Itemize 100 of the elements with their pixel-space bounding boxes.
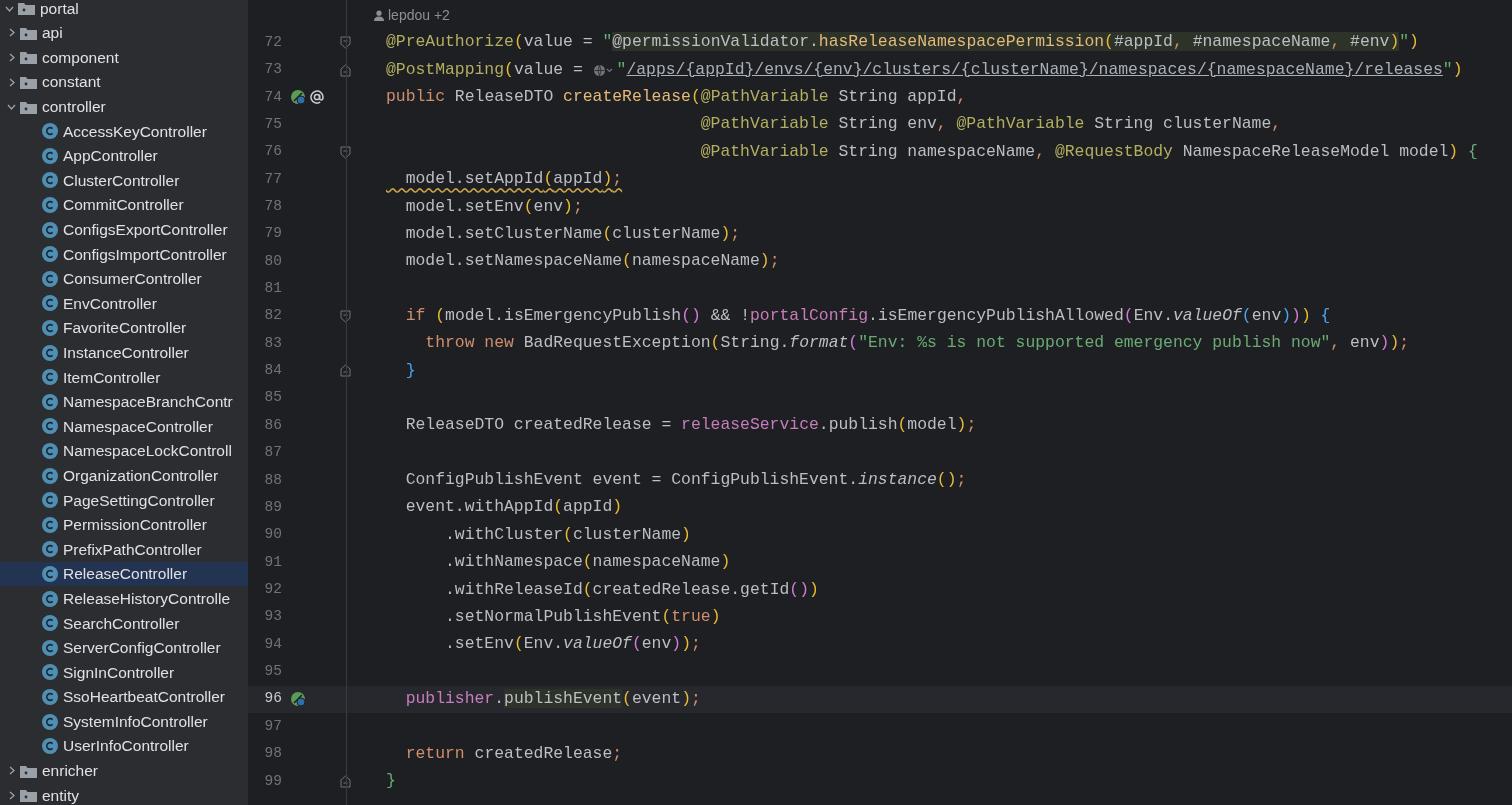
tree-item[interactable]: ClusterController [0, 168, 248, 193]
bean-icon[interactable] [290, 691, 306, 708]
line-number: 87 [263, 443, 282, 463]
tree-item[interactable]: NamespaceController [0, 414, 248, 439]
folder-icon [20, 763, 37, 778]
folder-icon [20, 99, 37, 114]
fold-icon[interactable] [339, 364, 351, 378]
class-icon [42, 295, 58, 312]
line-number: 92 [263, 580, 282, 599]
tree-item[interactable]: SsoHeartbeatController [0, 684, 248, 710]
tree-item[interactable]: ItemController [0, 364, 248, 390]
tree-item[interactable]: controller [0, 94, 248, 119]
class-icon [42, 344, 58, 361]
class-icon [42, 738, 58, 755]
line-number: 74 [263, 87, 282, 107]
chevron-down-icon[interactable] [6, 102, 16, 112]
code-line: "/apps/{appId}/envs/{env}/clusters/{clusterName}/namespaces/{namespaceName}/releases") [616, 58, 1463, 81]
folder-icon [20, 50, 37, 65]
at-sign-icon[interactable] [310, 90, 324, 105]
tree-item-label: component [42, 47, 119, 68]
fold-icon[interactable] [339, 145, 351, 159]
fold-icon[interactable] [339, 309, 351, 323]
globe-icon[interactable] [592, 63, 613, 77]
line-number: 97 [263, 716, 282, 736]
tree-item[interactable]: SystemInfoController [0, 709, 248, 734]
tree-item[interactable]: NamespaceBranchContr [0, 389, 248, 415]
fold-icon[interactable] [339, 774, 351, 788]
tree-item[interactable]: constant [0, 69, 248, 95]
tree-item[interactable]: ReleaseController [0, 561, 248, 587]
tree-item[interactable]: ConfigsImportController [0, 241, 248, 267]
code-line: model.setNamespaceName(namespaceName); [404, 250, 780, 273]
tree-item-label: ClusterController [63, 170, 180, 191]
tree-item-label: ConfigsImportController [63, 244, 227, 265]
tree-item-label: enricher [42, 761, 98, 782]
tree-item[interactable]: ServerConfigController [0, 635, 248, 661]
tree-item[interactable]: PermissionController [0, 512, 248, 538]
fold-icon[interactable] [339, 36, 351, 50]
tree-item[interactable]: AppController [0, 143, 248, 169]
tree-item[interactable]: entity [0, 783, 248, 805]
tree-item[interactable]: portal [0, 0, 248, 21]
tree-item-label: NamespaceLockControll [63, 441, 232, 462]
tree-item-label: OrganizationController [63, 465, 219, 486]
line-number: 72 [263, 32, 282, 52]
tree-item[interactable]: SearchController [0, 610, 248, 636]
class-icon [42, 541, 58, 558]
code-line: model.setClusterName(clusterName); [404, 222, 741, 245]
code-line: @PathVariable String namespaceName, @RequestBody NamespaceReleaseModel model) { [699, 140, 1478, 163]
line-number: 96 [263, 689, 282, 709]
tree-item-label: ConfigsExportController [63, 220, 228, 240]
tree-item-label: AppController [63, 146, 158, 167]
tree-item[interactable]: component [0, 45, 248, 70]
tree-item[interactable]: UserInfoController [0, 733, 248, 759]
tree-item-label: controller [42, 97, 106, 118]
tree-item[interactable]: api [0, 20, 248, 46]
tree-item-label: portal [40, 0, 79, 19]
class-icon [42, 221, 58, 238]
person-icon [374, 10, 384, 21]
tree-item[interactable]: NamespaceLockControll [0, 438, 248, 464]
tree-item[interactable]: enricher [0, 758, 248, 783]
fold-icon[interactable] [339, 63, 351, 77]
tree-item[interactable]: FavoriteController [0, 315, 248, 341]
line-number: 90 [263, 525, 282, 545]
tree-item[interactable]: EnvController [0, 291, 248, 316]
code-line: @PathVariable String env, @PathVariable String clusterName, [699, 113, 1282, 136]
code-line: if (model.isEmergencyPublish() && !portalConfig.isEmergencyPublishAllowed(Env.valueOf(env))) { [404, 304, 1331, 327]
tree-item[interactable]: PageSettingController [0, 487, 248, 513]
tree-item-label: SearchController [63, 613, 180, 634]
tree-item[interactable]: PrefixPathController [0, 537, 248, 562]
tree-item[interactable]: InstanceController [0, 340, 248, 365]
line-number: 73 [263, 60, 282, 80]
class-icon [42, 172, 58, 189]
line-number: 98 [263, 744, 282, 764]
line-number: 86 [263, 415, 282, 435]
tree-item[interactable]: OrganizationController [0, 463, 248, 488]
code-line: ConfigPublishEvent event = ConfigPublishEvent.instance(); [404, 469, 967, 492]
code-line: throw new BadRequestException(String.format("Env: %s is not supported emergency publish now", env)); [424, 332, 1410, 355]
code-line: } [404, 359, 416, 382]
code-line: return createdRelease; [404, 742, 623, 765]
tree-item[interactable]: ReleaseHistoryControlle [0, 586, 248, 611]
tree-item-label: NamespaceController [63, 416, 213, 437]
code-line: ReleaseDTO createdRelease = releaseService.publish(model); [404, 414, 977, 437]
tree-item[interactable]: CommitController [0, 192, 248, 218]
tree-item[interactable]: ConsumerController [0, 266, 248, 292]
tree-item-label: CommitController [63, 195, 184, 216]
line-number: 83 [263, 333, 282, 353]
line-number: 79 [263, 224, 282, 244]
class-icon [42, 467, 58, 484]
class-icon [42, 615, 58, 632]
tree-item-label: entity [42, 785, 80, 805]
bean-icon[interactable] [290, 89, 306, 106]
tree-item-label: api [42, 23, 63, 44]
class-icon [42, 418, 58, 435]
tree-item-label: FavoriteController [63, 318, 187, 339]
line-number: 75 [263, 114, 282, 134]
code-line: event.withAppId(appId) [404, 496, 623, 519]
class-icon [42, 590, 58, 607]
tree-item[interactable]: SignInController [0, 660, 248, 685]
line-number: 94 [263, 634, 282, 654]
tree-item[interactable]: ConfigsExportController [0, 217, 248, 242]
tree-item[interactable]: AccessKeyController [0, 118, 248, 144]
